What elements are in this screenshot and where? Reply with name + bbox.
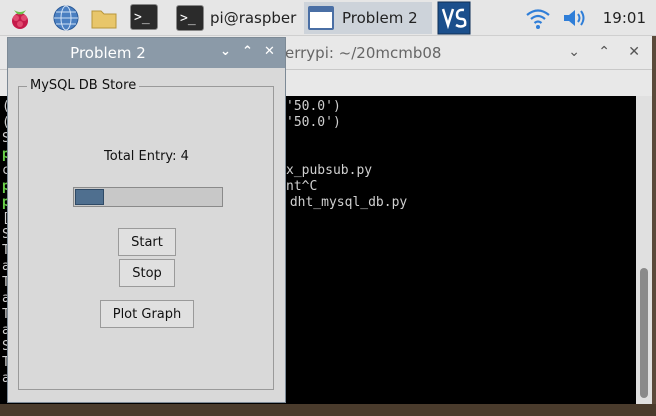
terminal-launcher-icon[interactable]: >_	[130, 4, 158, 32]
taskbar: >_ >_ pi@raspber Problem 2 19:01	[0, 0, 656, 36]
dialog-titlebar[interactable]: Problem 2 ⌄ ⌃ ✕	[8, 38, 285, 68]
terminal-icon: >_	[176, 5, 204, 31]
progress-bar	[73, 187, 223, 207]
terminal-line: x_pubsub.py	[286, 163, 373, 178]
terminal-line: dht_mysql_db.py	[282, 195, 408, 210]
plot-graph-button[interactable]: Plot Graph	[100, 300, 194, 328]
chevron-down-icon[interactable]: ⌄	[568, 44, 580, 60]
file-manager-icon[interactable]	[90, 4, 118, 32]
chevron-down-icon[interactable]: ⌄	[220, 44, 231, 59]
total-entry-label: Total Entry: 4	[104, 149, 189, 164]
close-icon[interactable]: ✕	[628, 44, 640, 60]
taskbar-terminal-label: pi@raspber	[210, 9, 297, 27]
start-button[interactable]: Start	[118, 228, 176, 256]
scrollbar-thumb[interactable]	[640, 268, 648, 398]
stop-button[interactable]: Stop	[119, 259, 175, 287]
window-icon	[308, 6, 334, 30]
progress-fill	[75, 189, 104, 205]
problem2-dialog: Problem 2 ⌄ ⌃ ✕ MySQL DB Store Total Ent…	[7, 37, 286, 403]
volume-icon[interactable]	[560, 4, 588, 32]
group-label: MySQL DB Store	[27, 78, 140, 93]
terminal-line: nt^C	[286, 179, 318, 194]
wifi-icon[interactable]	[524, 4, 552, 32]
taskbar-problem2-window-button[interactable]: Problem 2	[304, 2, 432, 34]
clock: 19:01	[602, 9, 646, 27]
vnc-icon[interactable]	[437, 1, 471, 35]
chevron-up-icon[interactable]: ⌃	[598, 44, 610, 60]
taskbar-problem2-label: Problem 2	[342, 9, 418, 27]
terminal-title: errypi: ~/20mcmb08	[285, 44, 442, 62]
web-browser-icon[interactable]	[52, 4, 80, 32]
desktop-background	[0, 404, 656, 416]
taskbar-terminal-window-button[interactable]: >_ pi@raspber	[172, 2, 302, 34]
terminal-line: '50.0')	[286, 99, 341, 114]
terminal-scrollbar[interactable]	[636, 96, 652, 404]
dialog-title: Problem 2	[70, 44, 146, 62]
terminal-line: '50.0')	[286, 115, 341, 130]
raspberry-menu-icon[interactable]	[6, 4, 34, 32]
chevron-up-icon[interactable]: ⌃	[242, 44, 253, 59]
close-icon[interactable]: ✕	[264, 44, 275, 59]
